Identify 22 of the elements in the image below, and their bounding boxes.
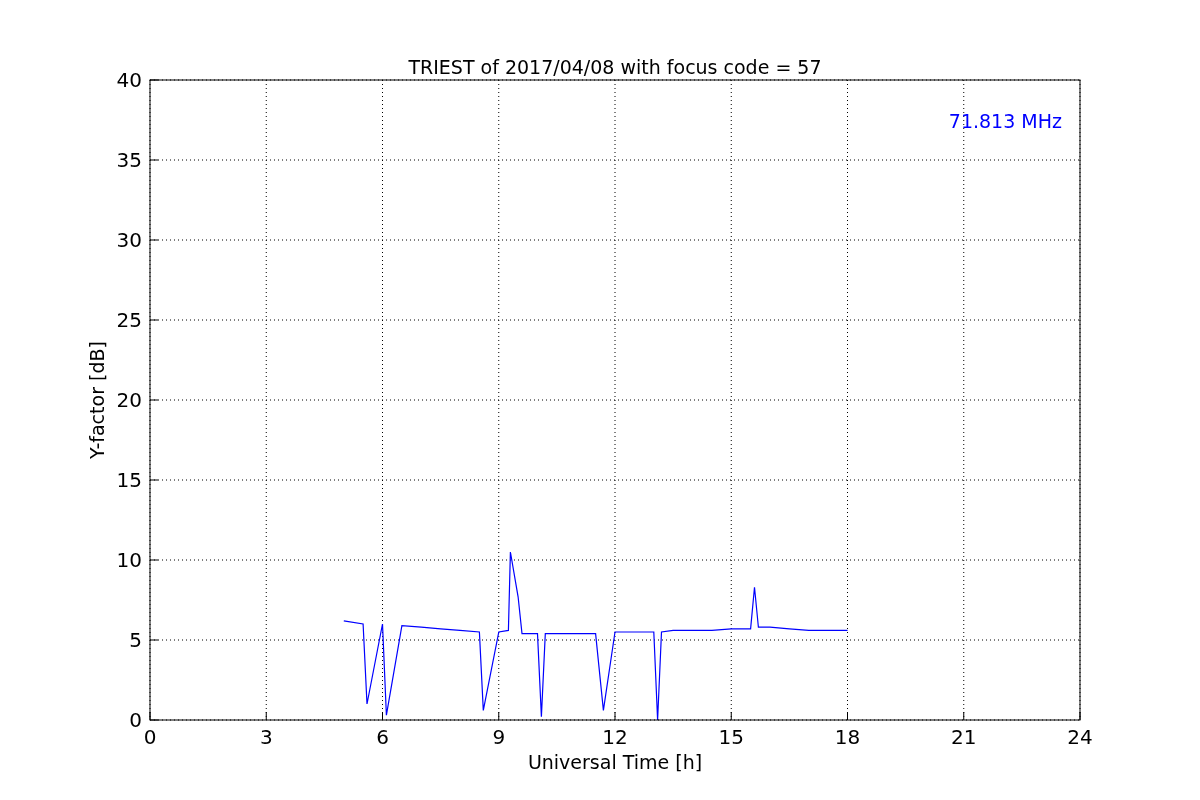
- y-tick-label: 30: [116, 228, 142, 252]
- y-tick-label: 15: [116, 468, 142, 492]
- y-tick-label: 25: [116, 308, 142, 332]
- x-tick-label: 21: [951, 725, 977, 749]
- x-tick-label: 18: [834, 725, 861, 749]
- x-tick-label: 24: [1067, 725, 1093, 749]
- x-tick-label: 15: [718, 725, 744, 749]
- x-tick-label: 3: [259, 725, 273, 749]
- x-tick-label: 9: [492, 725, 506, 749]
- series-label: 71.813 MHz: [948, 110, 1062, 132]
- y-tick-label: 5: [129, 628, 142, 652]
- y-tick-label: 40: [116, 68, 142, 92]
- x-tick-label: 12: [602, 725, 628, 749]
- y-axis-label: Y-factor [dB]: [86, 341, 108, 459]
- y-tick-label: 0: [129, 708, 142, 732]
- x-axis-label: Universal Time [h]: [527, 751, 703, 773]
- y-tick-label: 35: [116, 148, 142, 172]
- y-tick-label: 10: [116, 548, 142, 572]
- y-tick-label: 20: [116, 388, 142, 412]
- x-tick-label: 6: [376, 725, 389, 749]
- x-tick-label: 0: [143, 725, 157, 749]
- chart-title: TRIEST of 2017/04/08 with focus code = 57: [408, 56, 822, 78]
